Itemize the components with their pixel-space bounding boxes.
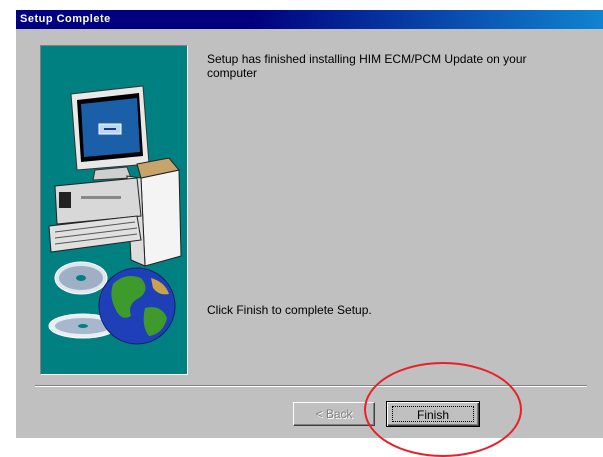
- finish-button-label: Finish: [392, 406, 474, 422]
- back-button-label: < Back: [315, 407, 353, 421]
- finish-instruction: Click Finish to complete Setup.: [207, 303, 372, 317]
- setup-illustration: [40, 45, 188, 375]
- window-title: Setup Complete: [20, 13, 111, 25]
- title-bar: Setup Complete: [16, 10, 603, 29]
- setup-dialog: Setup Complete Setup has finished instal…: [16, 10, 603, 457]
- button-separator: [35, 385, 587, 387]
- illustration-graphic: [48, 85, 182, 345]
- back-button[interactable]: < Back: [293, 402, 375, 426]
- globe-icon: [98, 267, 176, 345]
- setup-finished-message: Setup has finished installing HIM ECM/PC…: [207, 52, 527, 80]
- computer-icon: [48, 85, 182, 267]
- finish-button[interactable]: Finish: [386, 401, 480, 427]
